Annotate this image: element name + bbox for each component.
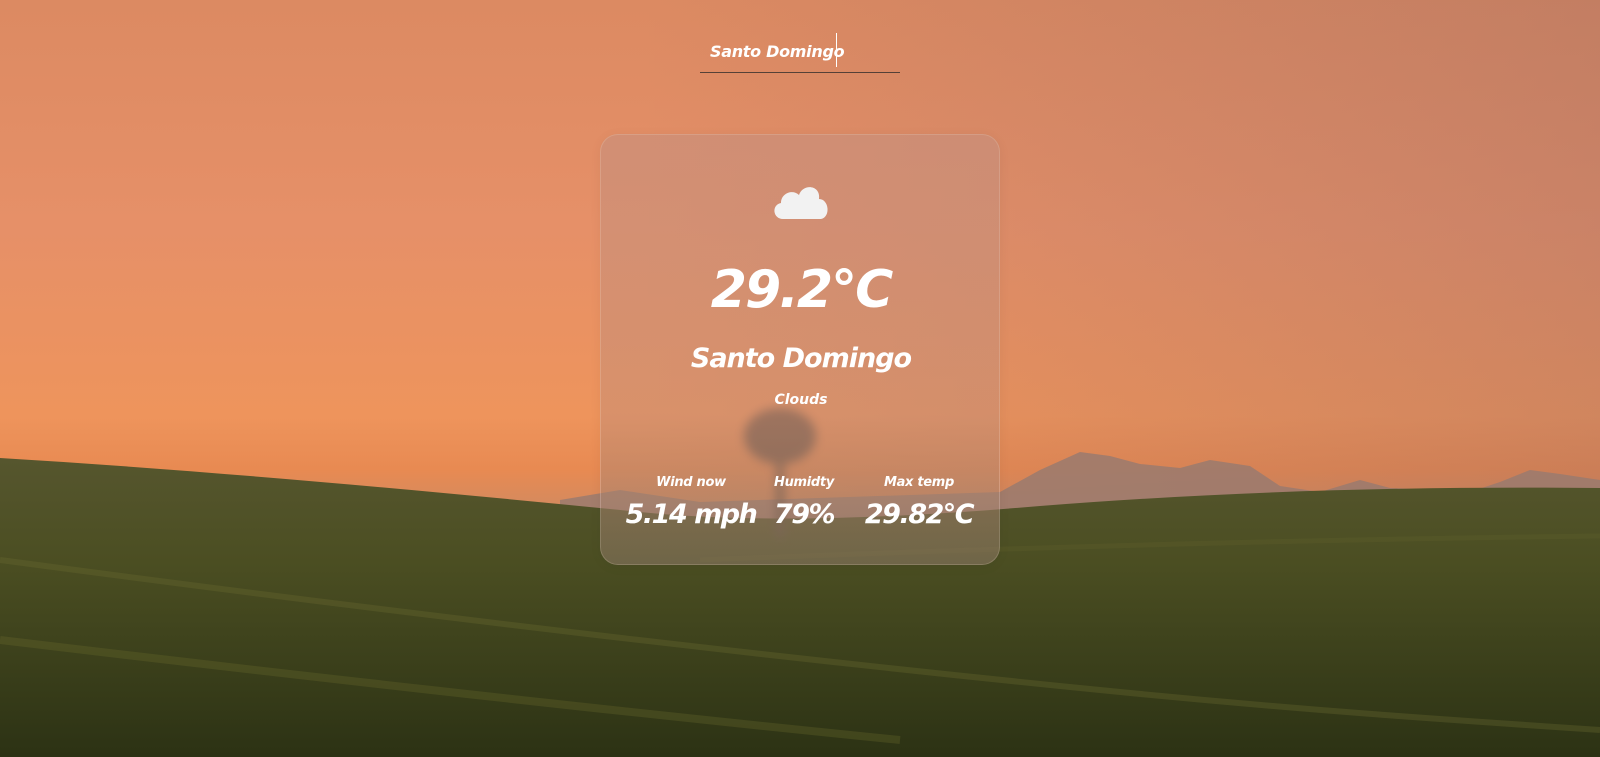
humidity-value: 79%: [773, 499, 836, 530]
current-temperature: 29.2°C: [710, 260, 893, 320]
weather-card: 29.2°C Santo Domingo Clouds Wind now 5.1…: [600, 134, 1000, 565]
wind-stat: Wind now 5.14 mph: [617, 473, 765, 535]
weather-condition: Clouds: [774, 392, 828, 408]
city-search-box[interactable]: [700, 30, 900, 73]
city-search-input[interactable]: [710, 36, 890, 66]
city-name: Santo Domingo: [690, 343, 912, 374]
wind-label: Wind now: [656, 475, 726, 490]
humidity-label: Humidty: [773, 475, 835, 490]
wind-value: 5.14 mph: [625, 499, 758, 530]
max-temp-stat: Max temp 29.82°C: [849, 473, 989, 535]
text-caret: [836, 33, 837, 67]
max-temp-label: Max temp: [883, 475, 955, 490]
humidity-stat: Humidty 79%: [761, 473, 847, 535]
max-temp-value: 29.82°C: [864, 499, 975, 530]
cloud-icon: [774, 187, 828, 219]
